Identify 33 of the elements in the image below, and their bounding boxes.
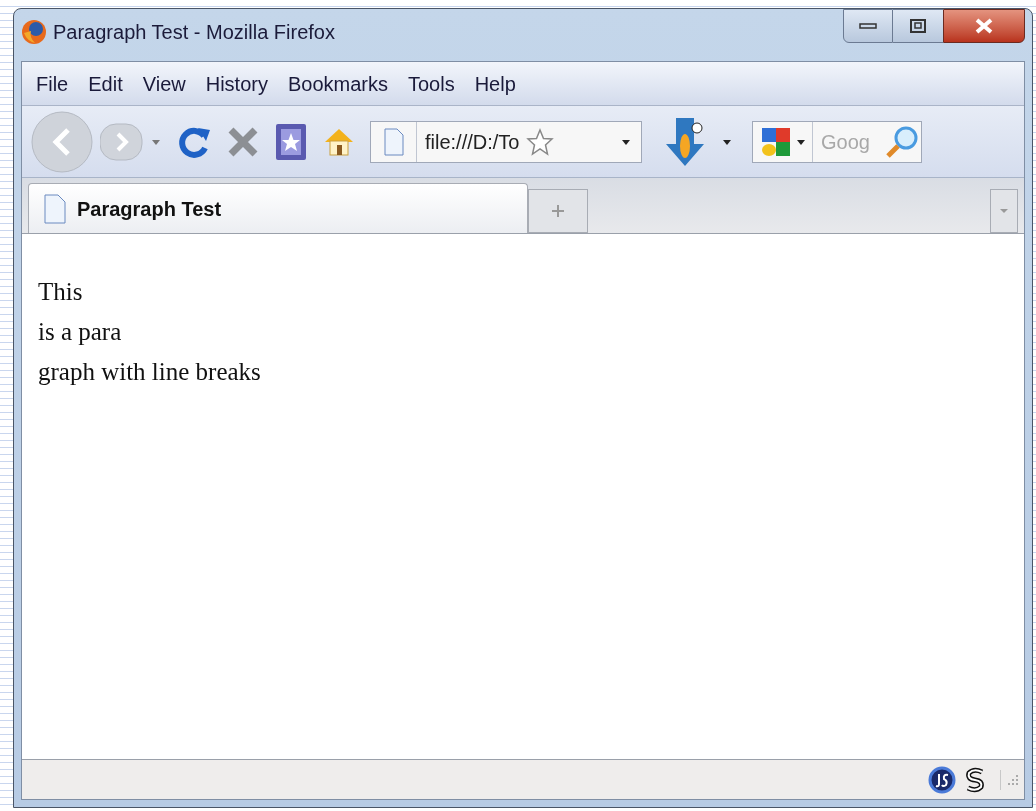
resize-grip-icon[interactable] bbox=[1000, 769, 1020, 790]
dropdown-caret-icon[interactable] bbox=[621, 137, 631, 146]
caret-icon bbox=[999, 208, 1009, 214]
menu-item[interactable]: Tools bbox=[407, 68, 455, 99]
address-field[interactable]: file:///D:/To bbox=[370, 120, 642, 163]
search-engine-icon[interactable] bbox=[759, 125, 792, 158]
search-placeholder: Goog bbox=[821, 129, 870, 155]
dropdown-caret-icon[interactable] bbox=[722, 137, 732, 146]
menu-item[interactable]: History bbox=[205, 68, 268, 99]
tab[interactable]: Paragraph Test bbox=[28, 183, 528, 233]
dropdown-caret-icon[interactable] bbox=[795, 137, 806, 146]
close-button[interactable] bbox=[943, 9, 1025, 43]
menu-item[interactable]: File bbox=[36, 68, 69, 99]
menu-item[interactable]: View bbox=[142, 68, 186, 99]
paragraph: This is a para graph with line breaks bbox=[38, 277, 262, 387]
menu-item[interactable]: Edit bbox=[88, 68, 123, 99]
page-icon bbox=[43, 193, 67, 224]
address-text: file:///D:/To bbox=[425, 129, 520, 155]
plus-icon bbox=[551, 204, 565, 218]
search-icon[interactable] bbox=[885, 124, 919, 159]
browser-logo-icon bbox=[21, 19, 47, 45]
star-icon[interactable] bbox=[525, 126, 556, 157]
menu-item[interactable]: Bookmarks bbox=[287, 68, 388, 99]
menu-item[interactable]: Help bbox=[474, 68, 516, 99]
page-icon bbox=[383, 127, 404, 156]
minimize-button[interactable] bbox=[843, 9, 893, 43]
maximize-icon bbox=[909, 18, 927, 34]
bookmarks-book-icon[interactable] bbox=[274, 121, 308, 162]
minimize-icon bbox=[859, 23, 877, 29]
close-icon bbox=[974, 18, 994, 34]
maximize-button[interactable] bbox=[893, 9, 943, 43]
window-title: Paragraph Test - Mozilla Firefox bbox=[53, 20, 335, 45]
script-status-icon[interactable] bbox=[928, 765, 956, 794]
